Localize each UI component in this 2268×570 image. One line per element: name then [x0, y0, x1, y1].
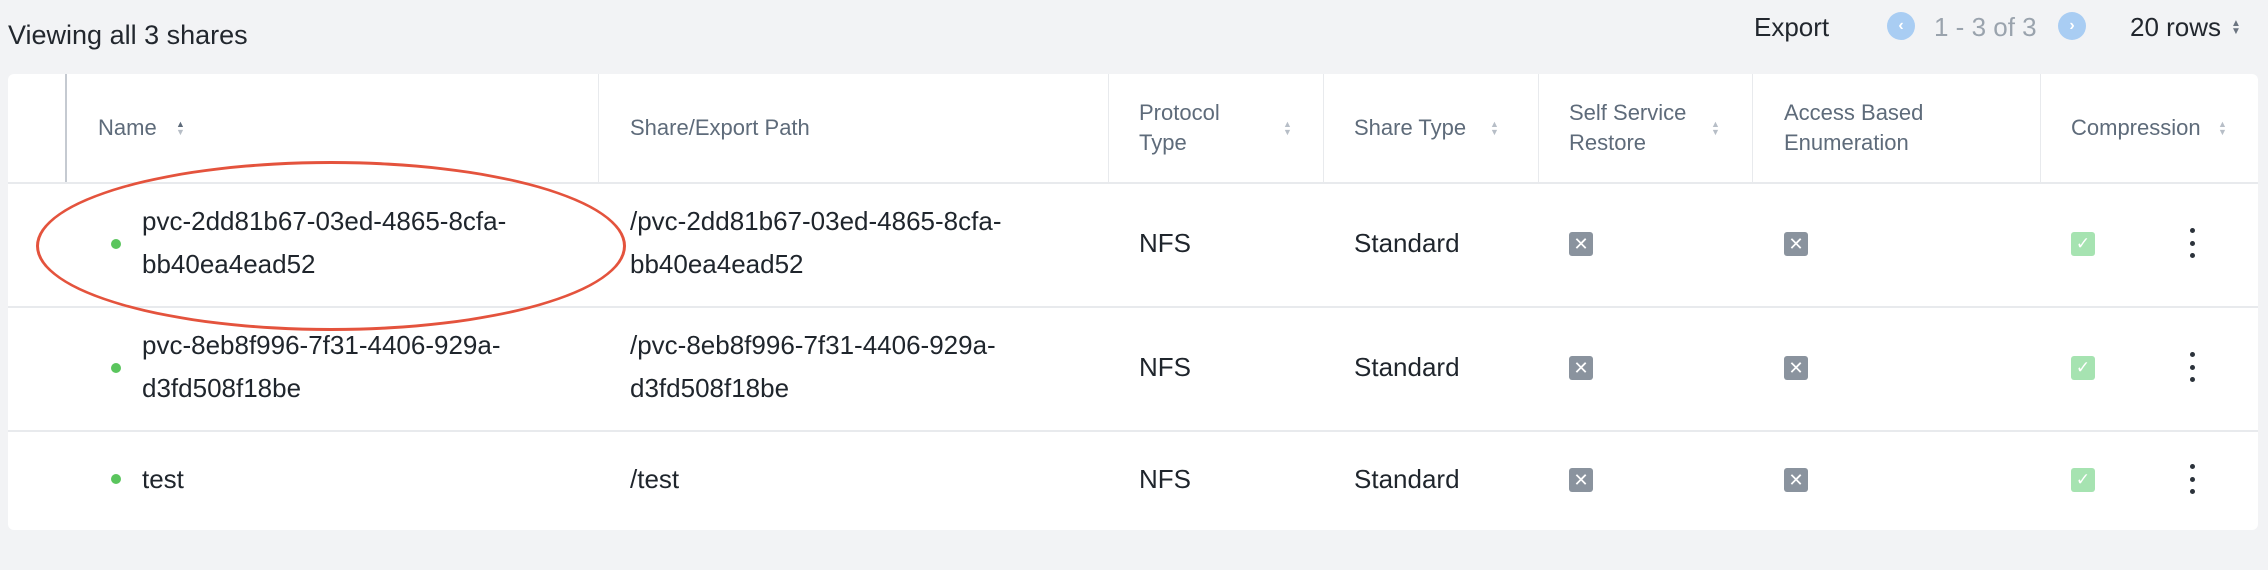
- sort-icon[interactable]: ▲ ▼: [1711, 120, 1720, 137]
- column-divider: [65, 74, 67, 182]
- protocol-type: NFS: [1139, 228, 1191, 258]
- more-actions-icon[interactable]: [2182, 228, 2202, 258]
- export-button[interactable]: Export: [1754, 12, 1829, 43]
- chevron-left-icon[interactable]: ‹: [1887, 12, 1915, 40]
- table-row[interactable]: test /test NFS Standard ✕ ✕ ✓: [8, 430, 2258, 530]
- sort-ascending-icon[interactable]: ▲ ▼: [176, 120, 185, 137]
- column-divider: [2040, 74, 2041, 182]
- share-name[interactable]: test: [142, 458, 184, 501]
- share-path-line: /pvc-2dd81b67-03ed-4865-8cfa-: [630, 206, 1002, 236]
- share-type: Standard: [1354, 464, 1460, 494]
- column-divider: [1323, 74, 1324, 182]
- rows-per-page-label: 20 rows: [2130, 12, 2222, 42]
- pagination-info: 1 - 3 of 3: [1934, 12, 2037, 42]
- sort-icon[interactable]: ▲ ▼: [1490, 120, 1499, 137]
- column-label: Access Based Enumeration: [1784, 100, 1924, 155]
- status-dot: [111, 363, 121, 373]
- column-header-name[interactable]: Name: [98, 74, 398, 182]
- column-label: Share Type: [1354, 115, 1467, 140]
- column-label: Protocol Type: [1139, 100, 1220, 155]
- share-name[interactable]: pvc-2dd81b67-03ed-4865-8cfa- bb40ea4ead5…: [142, 200, 506, 286]
- column-header-compression[interactable]: Compression: [2071, 74, 2209, 182]
- column-divider: [598, 74, 599, 182]
- status-dot: [111, 239, 121, 249]
- share-name-line: pvc-2dd81b67-03ed-4865-8cfa-: [142, 206, 507, 236]
- share-name-line: bb40ea4ead52: [142, 249, 316, 279]
- compression-enabled-icon: ✓: [2071, 356, 2095, 380]
- column-divider: [1752, 74, 1753, 182]
- page-title: Viewing all 3 shares: [8, 20, 248, 50]
- column-header-self-service-restore[interactable]: Self Service Restore: [1569, 74, 1699, 182]
- access-based-enumeration-disabled-icon: ✕: [1784, 232, 1808, 256]
- column-header-share-type[interactable]: Share Type: [1354, 74, 1494, 182]
- column-header-access-based-enumeration[interactable]: Access Based Enumeration: [1784, 74, 1944, 182]
- table-header: Name ▲ ▼ Share/Export Path Protocol Type …: [8, 74, 2258, 184]
- table-row[interactable]: pvc-2dd81b67-03ed-4865-8cfa- bb40ea4ead5…: [8, 182, 2258, 308]
- access-based-enumeration-disabled-icon: ✕: [1784, 356, 1808, 380]
- column-label: Name: [98, 115, 157, 140]
- share-type: Standard: [1354, 228, 1460, 258]
- shares-table: Name ▲ ▼ Share/Export Path Protocol Type …: [8, 74, 2258, 530]
- toolbar: Viewing all 3 shares Export ‹ 1 - 3 of 3…: [0, 0, 2268, 72]
- sort-updown-icon: ▲ ▼: [2231, 17, 2241, 37]
- share-name-line: pvc-8eb8f996-7f31-4406-929a-: [142, 330, 501, 360]
- self-service-restore-disabled-icon: ✕: [1569, 468, 1593, 492]
- protocol-type: NFS: [1139, 352, 1191, 382]
- share-path-line: bb40ea4ead52: [630, 249, 804, 279]
- column-label: Compression: [2071, 115, 2201, 140]
- status-dot: [111, 474, 121, 484]
- sort-icon[interactable]: ▲ ▼: [1283, 120, 1292, 137]
- column-label: Self Service Restore: [1569, 100, 1687, 155]
- rows-per-page-select[interactable]: 20 rows ▲ ▼: [2130, 12, 2241, 43]
- column-header-protocol[interactable]: Protocol Type: [1139, 74, 1259, 182]
- column-divider: [1538, 74, 1539, 182]
- compression-enabled-icon: ✓: [2071, 468, 2095, 492]
- column-divider: [1108, 74, 1109, 182]
- column-header-path[interactable]: Share/Export Path: [630, 74, 1050, 182]
- chevron-right-icon[interactable]: ›: [2058, 12, 2086, 40]
- self-service-restore-disabled-icon: ✕: [1569, 356, 1593, 380]
- sort-icon[interactable]: ▲ ▼: [2218, 120, 2227, 137]
- share-name-line: d3fd508f18be: [142, 373, 302, 403]
- self-service-restore-disabled-icon: ✕: [1569, 232, 1593, 256]
- share-name[interactable]: pvc-8eb8f996-7f31-4406-929a- d3fd508f18b…: [142, 324, 500, 410]
- share-path-line: /pvc-8eb8f996-7f31-4406-929a-: [630, 330, 996, 360]
- share-path: /pvc-2dd81b67-03ed-4865-8cfa- bb40ea4ead…: [630, 200, 1001, 286]
- access-based-enumeration-disabled-icon: ✕: [1784, 468, 1808, 492]
- share-path-line: d3fd508f18be: [630, 373, 790, 403]
- share-type: Standard: [1354, 352, 1460, 382]
- more-actions-icon[interactable]: [2182, 464, 2202, 494]
- table-row[interactable]: pvc-8eb8f996-7f31-4406-929a- d3fd508f18b…: [8, 306, 2258, 432]
- share-path: /pvc-8eb8f996-7f31-4406-929a- d3fd508f18…: [630, 324, 996, 410]
- column-label: Share/Export Path: [630, 115, 810, 140]
- compression-enabled-icon: ✓: [2071, 232, 2095, 256]
- more-actions-icon[interactable]: [2182, 352, 2202, 382]
- protocol-type: NFS: [1139, 464, 1191, 494]
- share-path: /test: [630, 464, 680, 494]
